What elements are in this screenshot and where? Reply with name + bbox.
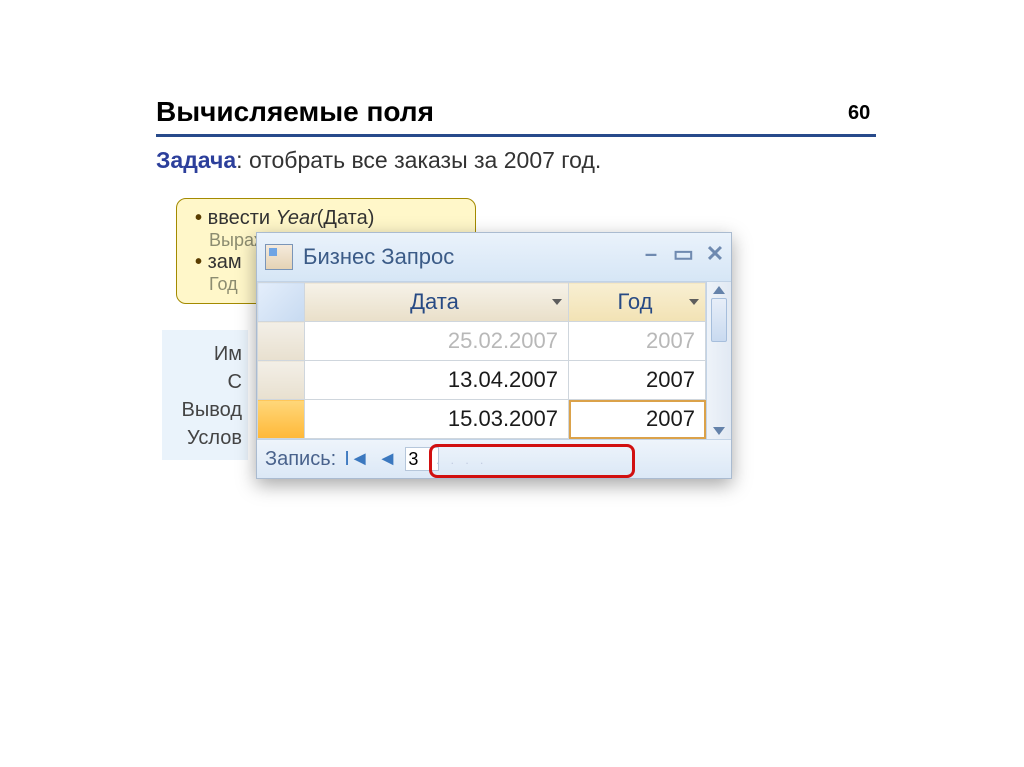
- record-label: Запись:: [265, 448, 336, 471]
- minimize-button[interactable]: –: [641, 241, 661, 267]
- background-design-labels: Им С Вывод Услов: [162, 330, 248, 460]
- query-icon: [265, 244, 293, 270]
- dropdown-icon[interactable]: [552, 299, 562, 305]
- record-navigator: Запись: I◄ ◄ . . . .: [257, 439, 731, 478]
- scroll-up-icon[interactable]: [713, 286, 725, 294]
- scrollbar-thumb[interactable]: [711, 298, 727, 342]
- row-selector[interactable]: [258, 400, 305, 439]
- task-label: Задача: [156, 147, 236, 173]
- row-selector[interactable]: [258, 361, 305, 400]
- column-header-date[interactable]: Дата: [305, 283, 569, 322]
- data-grid[interactable]: Дата Год 25.02.2007 2007 13: [257, 282, 706, 439]
- close-button[interactable]: ✕: [705, 241, 725, 267]
- datasheet-window: Бизнес Запрос – ▭ ✕ Дата Год: [256, 232, 732, 479]
- title-divider: [156, 134, 876, 137]
- slide-title: Вычисляемые поля: [156, 96, 876, 128]
- nav-first-button[interactable]: I◄: [344, 448, 369, 471]
- window-titlebar[interactable]: Бизнес Запрос – ▭ ✕: [257, 233, 731, 282]
- task-line: Задача: отобрать все заказы за 2007 год.: [156, 147, 876, 174]
- select-all-corner[interactable]: [258, 283, 305, 322]
- table-row[interactable]: 13.04.2007 2007: [258, 361, 706, 400]
- window-title: Бизнес Запрос: [303, 244, 454, 270]
- highlight-annotation: . . . .: [429, 444, 635, 478]
- dropdown-icon[interactable]: [689, 299, 699, 305]
- vertical-scrollbar[interactable]: [706, 282, 731, 439]
- row-selector[interactable]: [258, 322, 305, 361]
- nav-hidden-controls: . . . .: [436, 453, 487, 467]
- scroll-down-icon[interactable]: [713, 427, 725, 435]
- maximize-button[interactable]: ▭: [673, 241, 693, 267]
- table-row[interactable]: 25.02.2007 2007: [258, 322, 706, 361]
- column-header-year[interactable]: Год: [569, 283, 706, 322]
- task-text: : отобрать все заказы за 2007 год.: [236, 147, 601, 173]
- nav-prev-button[interactable]: ◄: [378, 448, 398, 471]
- table-row[interactable]: 15.03.2007 2007: [258, 400, 706, 439]
- selected-cell[interactable]: 2007: [569, 400, 706, 439]
